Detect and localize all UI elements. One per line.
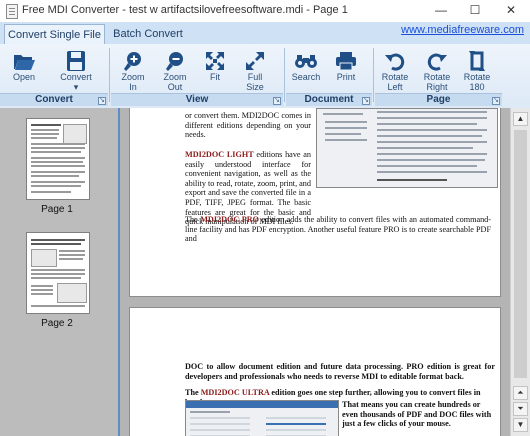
scroll-down-button[interactable]: ▼ (513, 418, 528, 432)
vertical-scrollbar[interactable]: ▲ ⏶ ⏷ ▼ (510, 108, 530, 436)
previous-page-button[interactable]: ⏶ (513, 386, 528, 400)
rotate-right-label: Rotate Right (423, 72, 451, 92)
save-disk-icon (67, 51, 85, 71)
rotate-left-icon (385, 53, 405, 71)
website-link[interactable]: www.mediafreeware.com (401, 24, 524, 36)
brand-mdi2doc-ultra: MDI2DOC ULTRA (200, 388, 270, 397)
rotate-180-label: Rotate 180 (463, 72, 491, 92)
document-page-1: or convert them. MDI2DOC comes in differ… (130, 108, 500, 296)
scroll-up-button[interactable]: ▲ (513, 112, 528, 126)
ribbon-group-convert: Open Convert ▾ Convert ↘ (0, 46, 108, 106)
ribbon-tab-strip: Convert Single File Batch Convert www.me… (0, 22, 530, 45)
zoom-in-button[interactable]: Zoom In (113, 48, 153, 92)
group-label-page: Page (375, 93, 502, 106)
tab-batch-convert[interactable]: Batch Convert (108, 24, 188, 44)
thumbnail-label-1: Page 1 (41, 204, 73, 215)
rotate-right-button[interactable]: Rotate Right (417, 48, 457, 92)
page-thumbnail-2[interactable] (26, 232, 90, 314)
group-label-view: View (111, 93, 283, 106)
search-label: Search (291, 72, 321, 82)
zoom-out-icon (166, 52, 183, 71)
printer-icon (336, 52, 356, 71)
thumbnail-pane: Page 1 Page 2 (0, 108, 120, 436)
group-launcher-convert[interactable]: ↘ (98, 97, 106, 105)
convert-label: Convert ▾ (60, 72, 92, 92)
page-thumbnail-1[interactable] (26, 118, 90, 200)
page2-paragraph-b-lead: The (185, 388, 201, 397)
open-button[interactable]: Open (4, 48, 44, 92)
rotate-right-icon (427, 53, 447, 71)
ribbon-group-document: Search Print Document ↘ (286, 46, 372, 106)
print-label: Print (336, 72, 356, 82)
zoom-in-label: Zoom In (121, 72, 145, 92)
full-size-label: Full Size (246, 72, 264, 92)
rotate-left-label: Rotate Left (381, 72, 409, 92)
group-launcher-document[interactable]: ↘ (362, 97, 370, 105)
page1-paragraph-a: or convert them. MDI2DOC comes in differ… (185, 111, 311, 140)
page2-paragraph-c: That means you can create hundreds or ev… (342, 400, 492, 429)
rotate-180-icon (469, 51, 485, 71)
full-size-icon (246, 52, 264, 70)
page2-screenshot-image (185, 400, 339, 436)
maximize-button[interactable]: ☐ (458, 0, 492, 22)
folder-open-icon (14, 55, 35, 70)
ribbon-group-page: Rotate Left Rotate Right Rotate 180 Page… (375, 46, 502, 106)
page2-paragraph-a: DOC to allow document edition and future… (185, 362, 495, 381)
rotate-180-button[interactable]: Rotate 180 (457, 48, 497, 92)
window-title: Free MDI Converter - test w artifactsilo… (22, 4, 348, 16)
ribbon-group-view: Zoom In Zoom Out Fit Full Size View ↘ (111, 46, 283, 106)
open-label: Open (12, 72, 36, 82)
scroll-thumb[interactable] (514, 130, 527, 378)
group-launcher-view[interactable]: ↘ (273, 97, 281, 105)
next-page-button[interactable]: ⏷ (513, 402, 528, 416)
fit-label: Fit (210, 72, 220, 82)
zoom-out-button[interactable]: Zoom Out (155, 48, 195, 92)
app-document-icon (6, 4, 18, 19)
close-button[interactable]: ✕ (494, 0, 528, 22)
page1-paragraph-c: The MDI2DOC PRO edition adds the ability… (185, 215, 491, 244)
group-launcher-page[interactable]: ↘ (492, 97, 500, 105)
ribbon-separator (373, 48, 374, 102)
rotate-left-button[interactable]: Rotate Left (375, 48, 415, 92)
group-label-convert: Convert (0, 93, 108, 106)
full-size-button[interactable]: Full Size (235, 48, 275, 92)
ribbon-separator (284, 48, 285, 102)
document-view[interactable]: or convert them. MDI2DOC comes in differ… (120, 108, 510, 436)
brand-mdi2doc-pro: MDI2DOC PRO (200, 215, 260, 224)
zoom-in-icon (124, 52, 141, 71)
fit-button[interactable]: Fit (195, 48, 235, 92)
thumbnail-label-2: Page 2 (41, 318, 73, 329)
convert-button[interactable]: Convert ▾ (56, 48, 96, 92)
brand-mdi2doc-light: MDI2DOC LIGHT (185, 150, 254, 159)
binoculars-icon (295, 55, 317, 68)
print-button[interactable]: Print (326, 48, 366, 92)
group-label-document: Document (286, 93, 372, 106)
ribbon: Open Convert ▾ Convert ↘ Zoom In Zoom Ou… (0, 44, 530, 109)
page1-paragraph-c-lead: The (185, 215, 201, 224)
minimize-button[interactable]: — (424, 0, 458, 22)
fit-icon (206, 52, 224, 70)
document-page-2: DOC to allow document edition and future… (130, 308, 500, 436)
title-bar: Free MDI Converter - test w artifactsilo… (0, 0, 530, 22)
tab-convert-single-file[interactable]: Convert Single File (4, 24, 105, 44)
ribbon-separator (109, 48, 110, 102)
search-button[interactable]: Search (286, 48, 326, 92)
page1-screenshot-image (316, 108, 498, 188)
zoom-out-label: Zoom Out (163, 72, 187, 92)
